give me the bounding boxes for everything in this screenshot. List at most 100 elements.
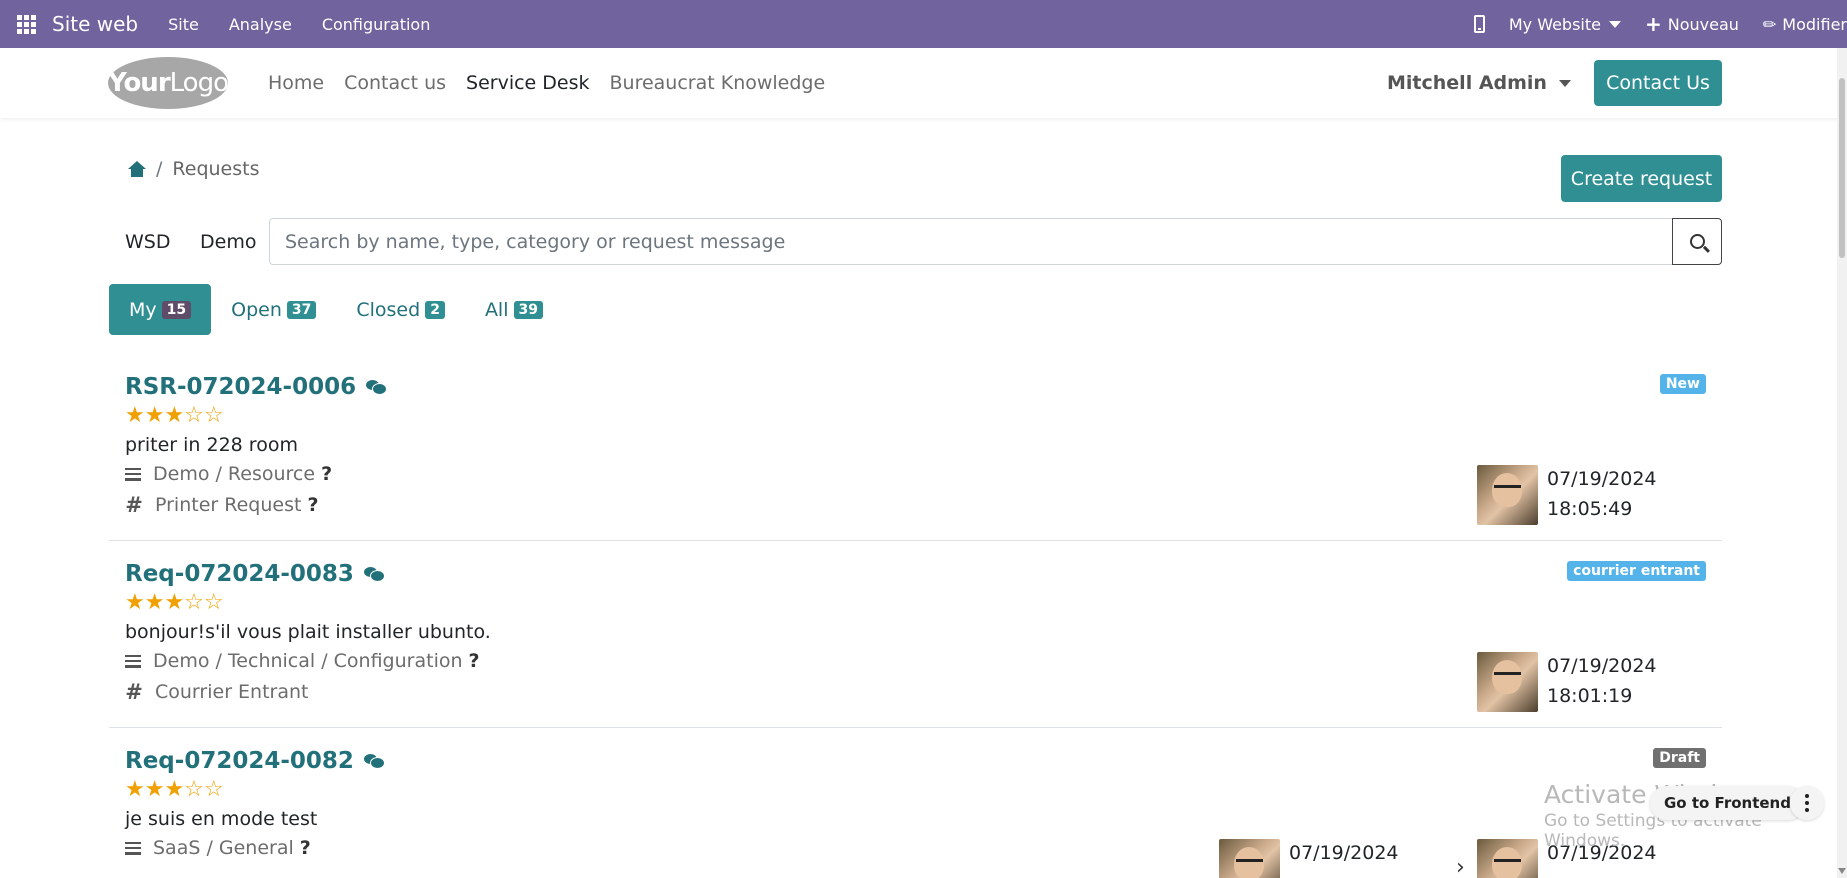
nav-contact-us[interactable]: Contact us: [344, 72, 446, 94]
site-logo[interactable]: Your Logo: [108, 57, 229, 109]
avatar: [1477, 839, 1538, 878]
question-icon[interactable]: ?: [469, 650, 480, 672]
site-header: Your Logo Home Contact us Service Desk Bu…: [0, 48, 1840, 118]
request-item[interactable]: Req-072024-0082 ★★★☆☆ je suis en mode te…: [109, 728, 1722, 878]
status-badge: Draft: [1653, 748, 1706, 768]
request-ref: Req-072024-0083: [125, 561, 354, 587]
caret-down-icon: [1558, 79, 1571, 87]
website-switcher[interactable]: My Website: [1509, 15, 1621, 34]
search-button[interactable]: [1672, 218, 1722, 265]
request-type: # Courrier Entrant: [125, 680, 308, 704]
scroll-down-arrow-icon[interactable]: [1838, 868, 1846, 874]
rating-stars: ★★★☆☆: [125, 777, 224, 802]
scrollbar-thumb[interactable]: [1839, 78, 1845, 258]
request-ref: Req-072024-0082: [125, 748, 354, 774]
rating-stars: ★★★☆☆: [125, 590, 224, 615]
breadcrumb-separator: /: [156, 158, 163, 180]
logo-text-logo: Logo: [169, 68, 229, 98]
menu-analyse[interactable]: Analyse: [229, 15, 292, 34]
question-icon[interactable]: ?: [321, 463, 332, 485]
tab-all[interactable]: All 39: [465, 284, 563, 335]
contact-us-button[interactable]: Contact Us: [1594, 60, 1722, 106]
question-icon[interactable]: ?: [307, 494, 318, 516]
user-menu[interactable]: Mitchell Admin: [1387, 48, 1571, 118]
tab-closed[interactable]: Closed 2: [336, 284, 465, 335]
request-category-label: Demo / Resource: [153, 463, 316, 485]
tab-open-count: 37: [286, 300, 317, 319]
go-to-frontend-button[interactable]: Go to Frontend: [1650, 786, 1805, 820]
apps-grid-icon: [16, 14, 36, 34]
filter-demo[interactable]: Demo: [200, 231, 256, 253]
kebab-icon: [1805, 794, 1809, 798]
request-time: 18:01:19: [1547, 685, 1633, 707]
new-button-label: Nouveau: [1667, 14, 1739, 34]
tab-my-count: 15: [161, 300, 192, 319]
tab-open-label: Open: [231, 298, 282, 321]
menu-configuration[interactable]: Configuration: [322, 15, 431, 34]
nav-service-desk[interactable]: Service Desk: [466, 72, 589, 94]
app-brand[interactable]: Site web: [52, 12, 138, 36]
hashtag-icon: #: [125, 680, 143, 704]
request-type: # Printer Request ?: [125, 493, 318, 517]
breadcrumb-current: Requests: [172, 158, 260, 180]
request-item[interactable]: RSR-072024-0006 ★★★☆☆ priter in 228 room…: [109, 354, 1722, 541]
tab-open[interactable]: Open 37: [211, 284, 336, 335]
home-icon[interactable]: [128, 161, 146, 177]
logo-text-your: Your: [108, 68, 171, 98]
tab-closed-label: Closed: [356, 298, 421, 321]
request-datetime: 07/19/2024 18:01:19: [1547, 651, 1657, 711]
main-nav: Home Contact us Service Desk Bureaucrat …: [268, 48, 845, 118]
rating-stars: ★★★☆☆: [125, 403, 224, 428]
website-switcher-label: My Website: [1508, 14, 1601, 34]
nav-bureaucrat-knowledge[interactable]: Bureaucrat Knowledge: [610, 72, 826, 94]
nav-home[interactable]: Home: [268, 72, 324, 94]
request-ref: RSR-072024-0006: [125, 374, 357, 400]
bars-icon: [125, 841, 141, 855]
edit-button[interactable]: ✎ Modifier: [1758, 13, 1847, 36]
request-category-label: Demo / Technical / Configuration: [153, 650, 463, 672]
tab-my[interactable]: My 15: [109, 284, 212, 335]
request-category: Demo / Resource ?: [125, 463, 332, 485]
edit-button-label: Modifier: [1782, 14, 1847, 34]
search-input[interactable]: [270, 219, 1672, 264]
create-request-button[interactable]: Create request: [1561, 155, 1722, 202]
status-badge: New: [1659, 374, 1706, 394]
request-date: 07/19/2024: [1547, 655, 1657, 677]
page-scrollbar[interactable]: [1837, 48, 1847, 878]
apps-menu-button[interactable]: [0, 0, 52, 48]
admin-top-bar: Site web Site Analyse Configuration My W…: [0, 0, 1847, 48]
bars-icon: [125, 467, 141, 481]
avatar: [1219, 839, 1280, 878]
request-category: SaaS / General ?: [125, 837, 311, 859]
bars-icon: [125, 654, 141, 668]
request-date: 07/19/2024: [1547, 468, 1657, 490]
request-category-label: SaaS / General: [153, 837, 294, 859]
comments-icon: [363, 567, 385, 582]
tab-all-count: 39: [513, 300, 543, 319]
avatar: [1477, 465, 1538, 525]
filter-wsd[interactable]: WSD: [125, 231, 170, 253]
tab-my-label: My: [129, 298, 157, 321]
avatar: [1477, 652, 1538, 712]
mobile-preview-button[interactable]: [1473, 15, 1485, 33]
mobile-icon: [1473, 15, 1485, 33]
question-icon[interactable]: ?: [300, 837, 311, 859]
request-type-label: Courrier Entrant: [155, 681, 309, 703]
hashtag-icon: #: [125, 493, 143, 517]
more-options-button[interactable]: [1790, 786, 1824, 820]
request-item[interactable]: Req-072024-0083 ★★★☆☆ bonjour!s'il vous …: [109, 541, 1722, 728]
menu-site[interactable]: Site: [168, 15, 199, 34]
tab-all-label: All: [484, 298, 509, 321]
search-bar: [269, 218, 1722, 265]
comments-icon: [363, 754, 385, 769]
request-ref-link[interactable]: Req-072024-0083: [125, 561, 385, 587]
plus-icon: +: [1644, 12, 1662, 36]
breadcrumb: / Requests: [128, 158, 259, 180]
request-ref-link[interactable]: Req-072024-0082: [125, 748, 385, 774]
chevron-right-icon[interactable]: ›: [1456, 855, 1465, 878]
request-datetime: 07/19/2024 18:05:49: [1547, 464, 1657, 524]
new-button[interactable]: + Nouveau: [1645, 14, 1739, 34]
pencil-icon: ✎: [1758, 12, 1782, 36]
comments-icon: [366, 380, 388, 395]
request-ref-link[interactable]: RSR-072024-0006: [125, 374, 388, 400]
